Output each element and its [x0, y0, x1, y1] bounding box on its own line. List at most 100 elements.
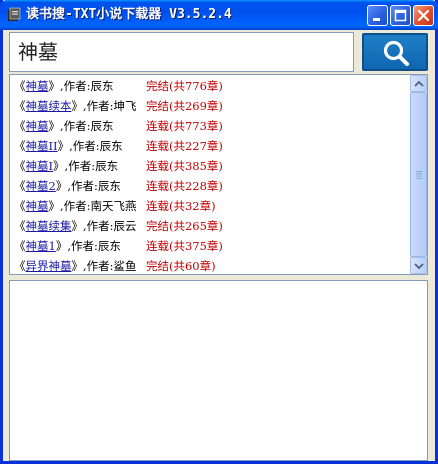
- app-icon: [8, 7, 21, 21]
- close-bracket: 》: [71, 219, 84, 233]
- author-prefix: ,作者:: [60, 199, 91, 213]
- close-bracket: 》: [55, 239, 68, 253]
- book-title-link[interactable]: 神墓II: [26, 139, 58, 153]
- open-bracket: 《: [14, 179, 26, 193]
- close-button[interactable]: [413, 5, 434, 26]
- author-prefix: ,作者:: [60, 79, 91, 93]
- search-input[interactable]: 神墓: [9, 32, 354, 72]
- result-row[interactable]: 《神墓》,作者:南天飞燕 连载(共32章): [14, 196, 410, 216]
- book-title-link[interactable]: 神墓: [26, 119, 49, 133]
- open-bracket: 《: [14, 239, 26, 253]
- book-author: 辰东: [97, 179, 121, 193]
- minimize-button[interactable]: [367, 5, 388, 26]
- detail-pane[interactable]: [9, 280, 428, 461]
- book-author: 辰东: [95, 159, 119, 173]
- minimize-icon: [373, 18, 380, 21]
- book-author: 辰东: [90, 79, 114, 93]
- open-bracket: 《: [14, 199, 26, 213]
- result-row[interactable]: 《神墓II》,作者:辰东 连载(共227章): [14, 136, 410, 156]
- result-book: 《神墓》,作者:辰东: [14, 76, 114, 96]
- open-bracket: 《: [14, 259, 26, 273]
- book-title-link[interactable]: 神墓2: [26, 179, 56, 193]
- author-prefix: ,作者:: [60, 119, 91, 133]
- chevron-down-icon: [414, 263, 424, 270]
- chevron-up-icon: [414, 80, 424, 87]
- book-status: 连载(共773章): [146, 119, 223, 133]
- book-status: 完结(共776章): [146, 79, 223, 93]
- result-row[interactable]: 《神墓续集》,作者:辰云 完结(共265章): [14, 216, 410, 236]
- results-list: 《神墓》,作者:辰东 完结(共776章) 《神墓续本》,作者:坤飞 完结(共269章)…: [9, 74, 428, 275]
- open-bracket: 《: [14, 99, 26, 113]
- window-title: 读书搜-TXT小说下载器 V3.5.2.4: [26, 7, 232, 22]
- results-scrollbar[interactable]: [410, 75, 427, 274]
- book-title-link[interactable]: 神墓续本: [26, 99, 72, 113]
- result-book: 《神墓》,作者:辰东: [14, 116, 114, 136]
- result-book: 《神墓1》,作者:辰东: [14, 236, 121, 256]
- close-bracket: 》: [48, 79, 61, 93]
- maximize-button[interactable]: [390, 5, 411, 26]
- book-status: 连载(共32章): [146, 199, 216, 213]
- open-bracket: 《: [14, 139, 26, 153]
- result-row[interactable]: 《神墓2》,作者:辰东 连载(共228章): [14, 176, 410, 196]
- book-title-link[interactable]: 神墓Ⅰ: [26, 159, 54, 173]
- close-bracket: 》: [55, 179, 68, 193]
- author-prefix: ,作者:: [83, 259, 114, 273]
- close-bracket: 》: [48, 119, 61, 133]
- result-book: 《神墓续集》,作者:辰云: [14, 216, 137, 236]
- author-prefix: ,作者:: [67, 179, 98, 193]
- book-status: 完结(共269章): [146, 99, 223, 113]
- maximize-icon: [394, 9, 407, 22]
- magnifier-icon: [383, 40, 409, 66]
- open-bracket: 《: [14, 159, 26, 173]
- search-button[interactable]: [362, 33, 428, 71]
- result-book: 《神墓续本》,作者:坤飞: [14, 96, 137, 116]
- book-author: 辰云: [113, 219, 137, 233]
- book-title-link[interactable]: 神墓: [26, 79, 49, 93]
- result-row[interactable]: 《异界神墓》,作者:鲨鱼 完结(共60章): [14, 256, 410, 276]
- book-status: 连载(共385章): [146, 159, 223, 173]
- app-window: 读书搜-TXT小说下载器 V3.5.2.4 神墓 《神墓》,作者:辰东 完结(共7…: [0, 0, 438, 464]
- book-author: 坤飞: [113, 99, 137, 113]
- grip-icon: [416, 171, 422, 179]
- close-bracket: 》: [48, 199, 61, 213]
- result-row[interactable]: 《神墓》,作者:辰东 完结(共776章): [14, 76, 410, 96]
- book-title-link[interactable]: 神墓: [26, 199, 49, 213]
- result-book: 《神墓Ⅰ》,作者:辰东: [14, 156, 118, 176]
- book-status: 连载(共228章): [146, 179, 223, 193]
- open-bracket: 《: [14, 79, 26, 93]
- open-bracket: 《: [14, 219, 26, 233]
- close-bracket: 》: [57, 139, 70, 153]
- author-prefix: ,作者:: [69, 139, 100, 153]
- book-title-link[interactable]: 异界神墓: [26, 259, 72, 273]
- close-bracket: 》: [71, 259, 84, 273]
- close-icon: [417, 9, 430, 22]
- title-bar[interactable]: 读书搜-TXT小说下载器 V3.5.2.4: [0, 0, 438, 30]
- result-book: 《异界神墓》,作者:鲨鱼: [14, 256, 137, 276]
- close-bracket: 》: [53, 159, 65, 173]
- author-prefix: ,作者:: [64, 159, 96, 173]
- scroll-thumb[interactable]: [410, 92, 427, 257]
- book-author: 辰东: [99, 139, 123, 153]
- result-row[interactable]: 《神墓》,作者:辰东 连载(共773章): [14, 116, 410, 136]
- book-title-link[interactable]: 神墓1: [26, 239, 56, 253]
- book-status: 连载(共227章): [146, 139, 223, 153]
- scroll-up-button[interactable]: [410, 75, 427, 92]
- book-author: 辰东: [90, 119, 114, 133]
- book-author: 鲨鱼: [113, 259, 137, 273]
- result-book: 《神墓》,作者:南天飞燕: [14, 196, 137, 216]
- book-author: 南天飞燕: [90, 199, 137, 213]
- result-book: 《神墓II》,作者:辰东: [14, 136, 123, 156]
- author-prefix: ,作者:: [83, 219, 114, 233]
- open-bracket: 《: [14, 119, 26, 133]
- book-status: 连载(共375章): [146, 239, 223, 253]
- result-row[interactable]: 《神墓Ⅰ》,作者:辰东 连载(共385章): [14, 156, 410, 176]
- book-title-link[interactable]: 神墓续集: [26, 219, 72, 233]
- result-row[interactable]: 《神墓续本》,作者:坤飞 完结(共269章): [14, 96, 410, 116]
- scroll-down-button[interactable]: [410, 257, 427, 274]
- result-book: 《神墓2》,作者:辰东: [14, 176, 121, 196]
- book-author: 辰东: [97, 239, 121, 253]
- book-status: 完结(共265章): [146, 219, 223, 233]
- book-status: 完结(共60章): [146, 259, 216, 273]
- result-row[interactable]: 《神墓1》,作者:辰东 连载(共375章): [14, 236, 410, 256]
- close-bracket: 》: [71, 99, 84, 113]
